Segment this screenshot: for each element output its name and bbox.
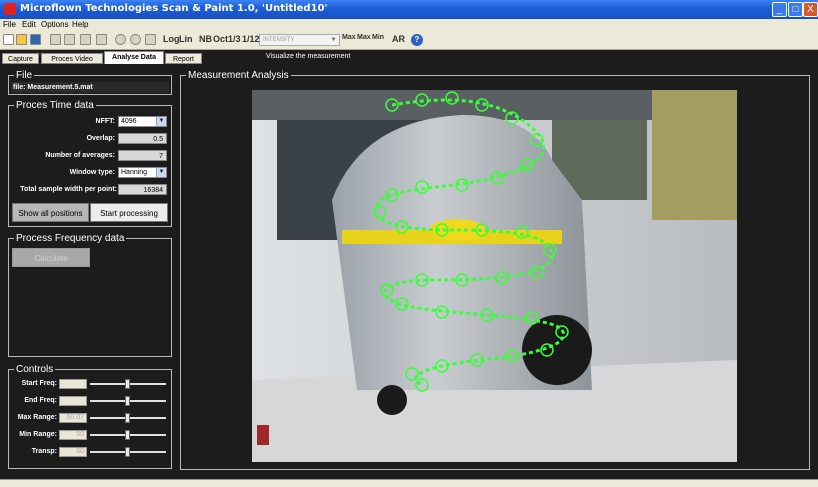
show-all-positions-button[interactable]: Show all positions bbox=[12, 203, 89, 222]
vacuum-front-wheel bbox=[377, 385, 407, 415]
title-bar: Microflown Technologies Scan & Paint 1.0… bbox=[0, 0, 818, 19]
slider-thumb[interactable] bbox=[125, 413, 130, 423]
start-freq-slider[interactable] bbox=[90, 379, 166, 389]
menu-file[interactable]: File bbox=[3, 20, 16, 29]
tab-capture[interactable]: Capture bbox=[2, 53, 39, 64]
nfft-label: NFFT: bbox=[95, 118, 115, 125]
transp-label: Transp: bbox=[31, 448, 57, 455]
pan-icon[interactable] bbox=[145, 34, 156, 45]
min-button[interactable]: Min bbox=[372, 34, 384, 41]
proces-time-label: Proces Time data bbox=[14, 100, 96, 111]
measurement-analysis-label: Measurement Analysis bbox=[186, 70, 291, 81]
app-icon bbox=[4, 3, 16, 15]
status-bar bbox=[0, 479, 818, 487]
tool-icon-4[interactable] bbox=[96, 34, 107, 45]
new-file-icon[interactable] bbox=[3, 34, 14, 45]
max-button-2[interactable]: Max bbox=[357, 34, 371, 41]
minimize-button[interactable]: _ bbox=[772, 2, 787, 17]
min-range-input[interactable]: 50 bbox=[59, 430, 87, 440]
slider-thumb[interactable] bbox=[125, 430, 130, 440]
averages-label: Number of averages: bbox=[45, 152, 115, 159]
tab-analyse-data[interactable]: Analyse Data bbox=[104, 51, 164, 64]
sample-width-label: Total sample width per point: bbox=[20, 186, 117, 193]
slider-thumb[interactable] bbox=[125, 379, 130, 389]
tab-hint: Visualize the measurement bbox=[266, 53, 351, 60]
process-frequency-label: Process Frequency data bbox=[14, 233, 127, 244]
zoom-out-icon[interactable] bbox=[130, 34, 141, 45]
intensity-select[interactable]: INTENSITY ▼ bbox=[259, 34, 340, 46]
maximize-button[interactable]: □ bbox=[788, 2, 803, 17]
open-folder-icon[interactable] bbox=[16, 34, 27, 45]
window-type-label: Window type: bbox=[69, 169, 115, 176]
ar-button[interactable]: AR bbox=[392, 34, 405, 44]
log-button[interactable]: Log bbox=[163, 34, 180, 44]
proces-time-group: Proces Time data NFFT: 4096 ▼ Overlap: 0… bbox=[8, 100, 172, 227]
menu-options[interactable]: Options bbox=[41, 20, 69, 29]
file-name: file: Measurement.5.mat bbox=[11, 82, 169, 93]
tab-proces-video[interactable]: Proces Video bbox=[41, 53, 103, 64]
tool-icon-2[interactable] bbox=[64, 34, 75, 45]
nfft-value: 4096 bbox=[121, 118, 137, 125]
save-icon[interactable] bbox=[30, 34, 41, 45]
chevron-down-icon: ▼ bbox=[156, 117, 166, 126]
intensity-placeholder: INTENSITY bbox=[263, 37, 295, 43]
calculate-button[interactable]: Calculate bbox=[12, 248, 90, 267]
start-freq-label: Start Freq: bbox=[21, 380, 57, 387]
close-button[interactable]: X bbox=[803, 2, 818, 17]
overlap-label: Overlap: bbox=[86, 135, 115, 142]
chevron-down-icon: ▼ bbox=[330, 37, 337, 43]
controls-label: Controls bbox=[14, 364, 56, 375]
wall-panel bbox=[652, 90, 737, 220]
measurement-image[interactable] bbox=[252, 90, 737, 462]
chevron-down-icon: ▼ bbox=[156, 168, 166, 177]
slider-thumb[interactable] bbox=[125, 396, 130, 406]
window-title: Microflown Technologies Scan & Paint 1.0… bbox=[20, 3, 328, 14]
max-range-input[interactable]: 50.07 bbox=[59, 413, 87, 423]
max-range-label: Max Range: bbox=[17, 414, 57, 421]
zoom-in-icon[interactable] bbox=[115, 34, 126, 45]
twelfth-octave-button[interactable]: 1/12 bbox=[242, 34, 260, 44]
max-range-slider[interactable] bbox=[90, 413, 166, 423]
end-freq-input[interactable] bbox=[59, 396, 87, 406]
tool-icon-3[interactable] bbox=[80, 34, 91, 45]
nb-button[interactable]: NB bbox=[199, 34, 212, 44]
oct-button[interactable]: Oct bbox=[213, 34, 228, 44]
tab-strip: Capture Proces Video Analyse Data Report… bbox=[0, 51, 818, 64]
window-type-select[interactable]: Hanning ▼ bbox=[118, 167, 167, 178]
transp-input[interactable]: 60 bbox=[59, 447, 87, 457]
nfft-select[interactable]: 4096 ▼ bbox=[118, 116, 167, 127]
slider-thumb[interactable] bbox=[125, 447, 130, 457]
tool-icon-1[interactable] bbox=[50, 34, 61, 45]
third-octave-button[interactable]: 1/3 bbox=[228, 34, 241, 44]
end-freq-slider[interactable] bbox=[90, 396, 166, 406]
toolbar: Log Lin NB Oct 1/3 1/12 INTENSITY ▼ Max … bbox=[0, 31, 818, 50]
max-button[interactable]: Max bbox=[342, 34, 356, 41]
transp-slider[interactable] bbox=[90, 447, 166, 457]
menu-edit[interactable]: Edit bbox=[22, 20, 36, 29]
controls-group: Controls Start Freq: End Freq: Max Range… bbox=[8, 364, 172, 469]
end-freq-label: End Freq: bbox=[24, 397, 57, 404]
file-group: File file: Measurement.5.mat bbox=[8, 70, 172, 95]
file-group-label: File bbox=[14, 70, 35, 81]
start-processing-button[interactable]: Start processing bbox=[90, 203, 168, 222]
start-freq-input[interactable] bbox=[59, 379, 87, 389]
overlap-value[interactable]: 0.5 bbox=[118, 133, 167, 144]
sample-width-value[interactable]: 16384 bbox=[118, 184, 167, 195]
help-icon[interactable]: ? bbox=[411, 34, 423, 46]
process-frequency-group: Process Frequency data Calculate bbox=[8, 233, 172, 357]
lin-button[interactable]: Lin bbox=[179, 34, 193, 44]
menu-bar: File Edit Options Help bbox=[0, 19, 818, 31]
averages-value[interactable]: 7 bbox=[118, 150, 167, 161]
window-type-value: Hanning bbox=[121, 169, 148, 176]
tab-report[interactable]: Report bbox=[165, 53, 202, 64]
min-range-label: Min Range: bbox=[19, 431, 57, 438]
measurement-photo bbox=[252, 90, 737, 462]
menu-help[interactable]: Help bbox=[72, 20, 88, 29]
probe-tip bbox=[257, 425, 269, 445]
min-range-slider[interactable] bbox=[90, 430, 166, 440]
